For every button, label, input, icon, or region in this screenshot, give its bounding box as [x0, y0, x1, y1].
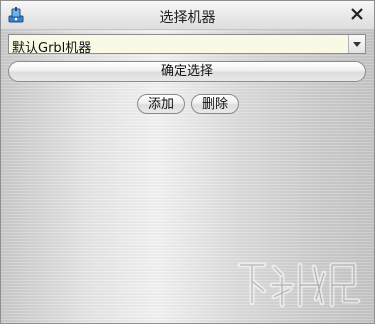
close-icon[interactable]: [348, 5, 366, 23]
dropdown-button[interactable]: [348, 35, 365, 53]
machine-select[interactable]: 默认Grbl机器: [8, 34, 366, 56]
machine-select-value: 默认Grbl机器: [12, 41, 92, 56]
delete-button[interactable]: 删除: [191, 94, 239, 114]
confirm-select-button[interactable]: 确定选择: [8, 61, 366, 82]
chevron-down-icon: [353, 42, 361, 47]
watermark-logo: [237, 262, 361, 308]
dialog-window: 选择机器 默认Grbl机器 确定选择 添加 删除: [0, 0, 375, 324]
title-bar: 选择机器: [1, 1, 374, 30]
add-button[interactable]: 添加: [137, 94, 185, 114]
window-title: 选择机器: [159, 10, 216, 26]
